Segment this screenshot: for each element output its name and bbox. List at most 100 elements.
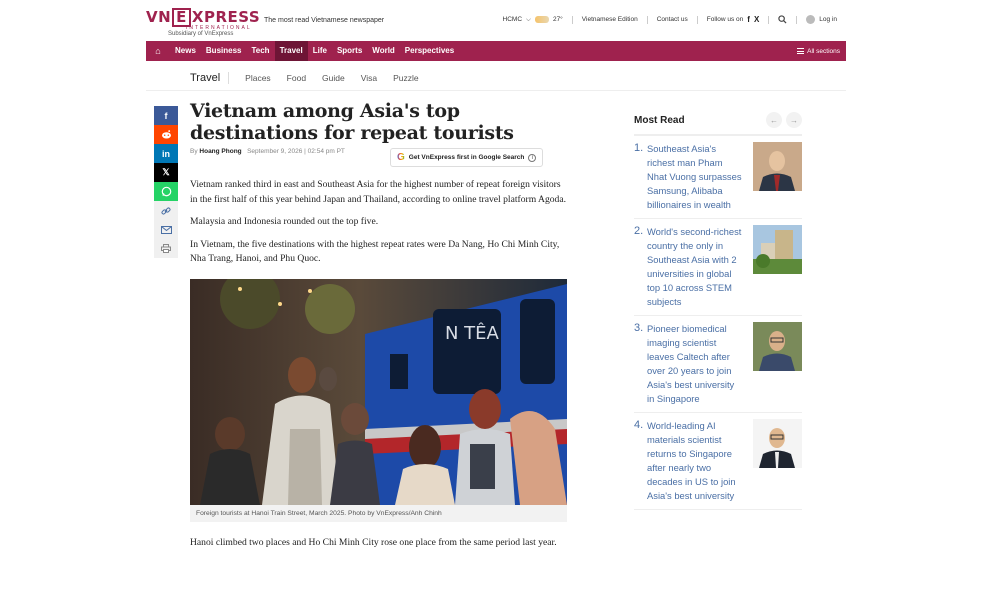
link-icon <box>161 207 171 214</box>
chevron-down-icon: ⌵ <box>526 15 531 23</box>
subnav-item-puzzle[interactable]: Puzzle <box>385 73 427 83</box>
facebook-icon[interactable]: f <box>747 15 750 24</box>
login-button[interactable]: Log in <box>797 15 846 24</box>
nav-item-business[interactable]: Business <box>201 41 247 61</box>
most-read-sidebar: Most Read ← → 1. Southeast Asia's riches… <box>634 110 802 510</box>
nav-item-sports[interactable]: Sports <box>332 41 367 61</box>
nav-item-world[interactable]: World <box>367 41 400 61</box>
item-title[interactable]: World's second-richest country the only … <box>647 225 743 309</box>
logo-subsidiary: Subsidiary of VnExpress <box>168 31 234 37</box>
article-paragraph: In Vietnam, the five destinations with t… <box>190 238 560 265</box>
temperature: 27° <box>552 16 563 23</box>
main-nav: ⌂ News Business Tech Travel Life Sports … <box>146 41 846 61</box>
share-linkedin-icon[interactable]: in <box>154 144 178 163</box>
subnav-item-food[interactable]: Food <box>279 73 314 83</box>
google-icon: G <box>397 152 405 163</box>
item-number: 3. <box>634 322 644 334</box>
item-title[interactable]: Pioneer biomedical imaging scientist lea… <box>647 322 743 406</box>
most-read-item[interactable]: 1. Southeast Asia's richest man Pham Nha… <box>634 136 802 219</box>
nav-item-perspectives[interactable]: Perspectives <box>400 41 459 61</box>
carousel-controls: ← → <box>766 112 802 128</box>
article-paragraph: Hanoi climbed two places and Ho Chi Minh… <box>190 536 557 548</box>
share-whatsapp-icon[interactable] <box>154 182 178 201</box>
city-label: HCMC <box>502 16 523 23</box>
nav-item-life[interactable]: Life <box>308 41 332 61</box>
edition-label: Vietnamese Edition <box>581 16 638 23</box>
item-thumbnail[interactable] <box>753 225 802 274</box>
item-number: 2. <box>634 225 644 237</box>
share-reddit-icon[interactable] <box>154 125 178 144</box>
reddit-icon <box>161 130 171 139</box>
publish-date: September 9, 2026 | 02:54 pm PT <box>247 148 345 155</box>
byline: By Hoang Phong September 9, 2026 | 02:54… <box>190 148 570 170</box>
article-headline: Vietnam among Asia's top destinations fo… <box>190 100 514 144</box>
nav-item-tech[interactable]: Tech <box>246 41 274 61</box>
chevron-left-icon[interactable]: ← <box>766 112 782 128</box>
printer-icon <box>161 244 171 253</box>
most-read-header: Most Read ← → <box>634 110 802 130</box>
search-icon <box>778 15 787 24</box>
author-name[interactable]: Hoang Phong <box>199 148 241 155</box>
follow-us: Follow us on f X <box>698 15 769 24</box>
item-thumbnail[interactable] <box>753 142 802 191</box>
nav-item-news[interactable]: News <box>170 41 201 61</box>
tagline: The most read Vietnamese newspaper <box>264 17 385 24</box>
envelope-icon <box>160 225 172 234</box>
vietnamese-edition-link[interactable]: Vietnamese Edition <box>573 16 647 23</box>
most-read-title: Most Read <box>634 114 685 126</box>
print-icon[interactable] <box>154 239 178 258</box>
article: Vietnam among Asia's top destinations fo… <box>190 100 570 550</box>
login-label: Log in <box>819 16 837 23</box>
item-thumbnail[interactable] <box>753 419 802 468</box>
chevron-right-icon[interactable]: → <box>786 112 802 128</box>
email-icon[interactable] <box>154 220 178 239</box>
portrait-image <box>753 322 802 371</box>
site-header: VN E XPRESS INTERNATIONAL Subsidiary of Vn… <box>146 6 846 38</box>
menu-icon <box>797 48 805 54</box>
contact-link[interactable]: Contact us <box>648 16 697 23</box>
item-number: 4. <box>634 419 644 431</box>
contact-label: Contact us <box>656 16 688 23</box>
nav-item-travel[interactable]: Travel <box>274 41 308 61</box>
share-x-icon[interactable]: 𝕏 <box>154 163 178 182</box>
share-rail: f in 𝕏 <box>154 106 178 258</box>
home-icon[interactable]: ⌂ <box>146 46 170 56</box>
train-street-photo: N TÊA <box>190 278 567 505</box>
article-paragraph: Vietnam ranked third in east and Southea… <box>190 179 567 205</box>
city-selector[interactable]: HCMC ⌵ 27° <box>494 16 572 24</box>
campus-image <box>753 225 802 274</box>
google-search-button[interactable]: G Get VnExpress first in Google Search i <box>390 148 544 167</box>
photo-caption: Foreign tourists at Hanoi Train Street, … <box>190 504 567 522</box>
all-sections-button[interactable]: All sections <box>797 48 846 55</box>
most-read-item[interactable]: 2. World's second-richest country the on… <box>634 219 802 316</box>
user-icon <box>806 15 816 24</box>
subnav-category[interactable]: Travel <box>190 72 230 84</box>
item-thumbnail[interactable] <box>753 322 802 371</box>
portrait-image <box>753 142 802 191</box>
follow-label: Follow us on <box>706 16 744 23</box>
train-lettering: N TÊA <box>445 322 500 344</box>
subnav-item-visa[interactable]: Visa <box>353 73 385 83</box>
portrait-image <box>753 419 802 468</box>
sub-nav: Travel Places Food Guide Visa Puzzle <box>190 70 427 86</box>
item-number: 1. <box>634 142 644 154</box>
google-button-label: Get VnExpress first in Google Search <box>408 154 525 161</box>
most-read-item[interactable]: 3. Pioneer biomedical imaging scientist … <box>634 316 802 413</box>
subnav-item-places[interactable]: Places <box>237 73 279 83</box>
whatsapp-icon <box>161 186 171 197</box>
item-title[interactable]: Southeast Asia's richest man Pham Nhat V… <box>647 142 743 212</box>
info-icon[interactable]: i <box>528 153 537 162</box>
subnav-item-guide[interactable]: Guide <box>314 73 353 83</box>
byline-prefix: By <box>190 148 198 155</box>
copy-link-icon[interactable] <box>154 201 178 220</box>
item-title[interactable]: World-leading AI materials scientist ret… <box>647 419 743 503</box>
article-paragraph: Malaysia and Indonesia rounded out the t… <box>190 216 379 227</box>
search-button[interactable] <box>769 15 796 24</box>
share-facebook-icon[interactable]: f <box>154 106 178 125</box>
header-utilities: HCMC ⌵ 27° Vietnamese Edition Contact us… <box>494 15 846 24</box>
site-logo[interactable]: VN E XPRESS INTERNATIONAL Subsidiary of Vn… <box>146 6 260 37</box>
all-sections-label: All sections <box>807 47 840 55</box>
weather-icon <box>534 16 549 23</box>
x-icon[interactable]: X <box>754 15 759 24</box>
most-read-item[interactable]: 4. World-leading AI materials scientist … <box>634 413 802 510</box>
